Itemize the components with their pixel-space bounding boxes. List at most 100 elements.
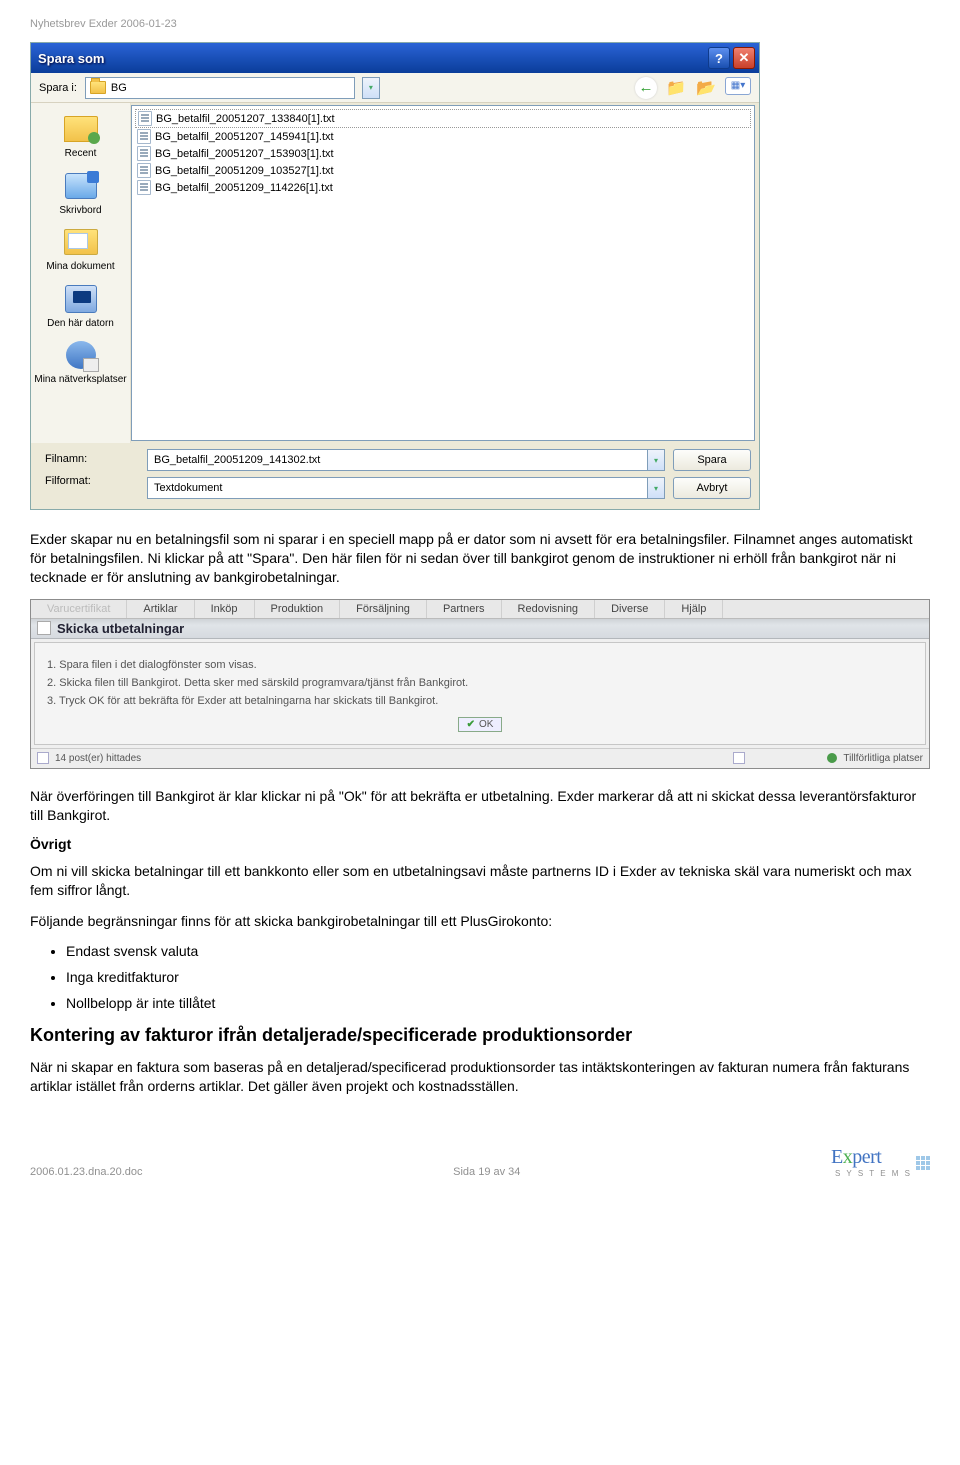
- sidebar-label-network: Mina nätverksplatser: [34, 374, 126, 386]
- text-file-icon: [138, 111, 152, 126]
- save-in-value: BG: [111, 82, 127, 94]
- home-icon[interactable]: [37, 621, 51, 635]
- logo-brand-rest: pert: [852, 1146, 881, 1168]
- sidebar-item-desktop[interactable]: Skrivbord: [31, 166, 130, 223]
- file-name: BG_betalfil_20051207_145941[1].txt: [155, 131, 334, 143]
- sidebar-label-desktop: Skrivbord: [59, 205, 101, 217]
- logo-dots-icon: [916, 1156, 930, 1170]
- section-heading: Kontering av fakturor ifrån detaljerade/…: [30, 1025, 930, 1046]
- menu-forsaljning[interactable]: Försäljning: [340, 600, 427, 618]
- page-header: Nyhetsbrev Exder 2006-01-23: [30, 18, 930, 30]
- tab-header: Skicka utbetalningar: [31, 619, 929, 639]
- dialog-toolbar: Spara i: BG ▾ ← 📁 📂 ▦▾: [31, 73, 759, 103]
- sidebar-item-computer[interactable]: Den här datorn: [31, 279, 130, 336]
- logo-x-icon: x: [843, 1146, 853, 1168]
- places-sidebar: Recent Skrivbord Mina dokument Den här d…: [31, 103, 131, 443]
- menu-bar: Varucertifikat Artiklar Inköp Produktion…: [31, 600, 929, 619]
- paragraph-3: Om ni vill skicka betalningar till ett b…: [30, 862, 930, 900]
- up-folder-icon[interactable]: 📁: [665, 77, 687, 99]
- views-icon[interactable]: ▦▾: [725, 77, 751, 95]
- my-documents-icon: [64, 229, 98, 255]
- step-3-text: 3. Tryck OK för att bekräfta för Exder a…: [47, 695, 913, 707]
- file-name: BG_betalfil_20051209_114226[1].txt: [155, 182, 333, 194]
- ovrigt-heading: Övrigt: [30, 836, 930, 852]
- list-item: Inga kreditfakturor: [66, 969, 930, 985]
- menu-produktion[interactable]: Produktion: [255, 600, 341, 618]
- bullet-list: Endast svensk valuta Inga kreditfakturor…: [30, 943, 930, 1011]
- sidebar-label-documents: Mina dokument: [46, 261, 114, 273]
- save-in-label: Spara i:: [39, 82, 77, 94]
- status-bar: 14 post(er) hittades Tillförlitliga plat…: [31, 748, 929, 768]
- help-icon[interactable]: ?: [708, 47, 730, 69]
- content-panel: 1. Spara filen i det dialogfönster som v…: [34, 642, 926, 745]
- filename-input[interactable]: BG_betalfil_20051209_141302.txt: [147, 449, 648, 471]
- logo-brand-prefix: E: [831, 1146, 843, 1168]
- footer-center: Sida 19 av 34: [453, 1166, 520, 1178]
- paragraph-2: När överföringen till Bankgirot är klar …: [30, 787, 930, 825]
- ok-button[interactable]: ✔OK: [458, 717, 503, 732]
- sidebar-label-computer: Den här datorn: [47, 318, 114, 330]
- save-as-dialog: Spara som ? ✕ Spara i: BG ▾ ← 📁 📂 ▦▾: [30, 42, 760, 510]
- file-row[interactable]: BG_betalfil_20051207_133840[1].txt: [135, 109, 751, 128]
- fileformat-input[interactable]: Textdokument: [147, 477, 648, 499]
- my-computer-icon: [65, 285, 97, 313]
- paragraph-4: Följande begränsningar finns för att ski…: [30, 912, 930, 931]
- folder-icon: [90, 81, 106, 94]
- paragraph-5: När ni skapar en faktura som baseras på …: [30, 1058, 930, 1096]
- cancel-button[interactable]: Avbryt: [673, 477, 751, 499]
- tab-title: Skicka utbetalningar: [57, 621, 184, 636]
- menu-inkop[interactable]: Inköp: [195, 600, 255, 618]
- desktop-icon: [65, 173, 97, 199]
- logo-subtitle: S Y S T E M S: [835, 1169, 912, 1178]
- dialog-titlebar: Spara som ? ✕: [31, 43, 759, 73]
- back-icon[interactable]: ←: [635, 77, 657, 99]
- filename-label: Filnamn:: [45, 453, 139, 465]
- file-row[interactable]: BG_betalfil_20051209_103527[1].txt: [135, 162, 751, 179]
- file-list[interactable]: BG_betalfil_20051207_133840[1].txt BG_be…: [131, 105, 755, 441]
- status-right-text: Tillförlitliga platser: [843, 753, 923, 764]
- sidebar-item-documents[interactable]: Mina dokument: [31, 222, 130, 279]
- paragraph-1: Exder skapar nu en betalningsfil som ni …: [30, 530, 930, 587]
- window-icon: [733, 752, 745, 764]
- text-file-icon: [137, 163, 151, 178]
- status-left-text: 14 post(er) hittades: [55, 753, 141, 764]
- save-in-dropdown[interactable]: BG: [85, 77, 355, 99]
- file-row[interactable]: BG_betalfil_20051207_145941[1].txt: [135, 128, 751, 145]
- shield-icon: [827, 753, 837, 763]
- sidebar-item-network[interactable]: Mina nätverksplatser: [31, 335, 130, 392]
- text-file-icon: [137, 180, 151, 195]
- footer-left: 2006.01.23.dna.20.doc: [30, 1166, 143, 1178]
- fileformat-dropdown-icon[interactable]: ▾: [647, 477, 665, 499]
- page-footer: 2006.01.23.dna.20.doc Sida 19 av 34 Expe…: [30, 1136, 930, 1178]
- page-icon: [37, 752, 49, 764]
- dropdown-icon[interactable]: ▾: [362, 77, 380, 99]
- check-icon: ✔: [467, 719, 475, 730]
- recent-folder-icon: [64, 116, 98, 142]
- new-folder-icon[interactable]: 📂: [695, 77, 717, 99]
- step-2-text: 2. Skicka filen till Bankgirot. Detta sk…: [47, 677, 913, 689]
- list-item: Endast svensk valuta: [66, 943, 930, 959]
- sidebar-item-recent[interactable]: Recent: [31, 109, 130, 166]
- network-places-icon: [66, 341, 96, 369]
- exder-window: Varucertifikat Artiklar Inköp Produktion…: [30, 599, 930, 769]
- expert-logo: Expert S Y S T E M S: [831, 1146, 930, 1178]
- menu-diverse[interactable]: Diverse: [595, 600, 665, 618]
- file-name: BG_betalfil_20051209_103527[1].txt: [155, 165, 334, 177]
- step-1-text: 1. Spara filen i det dialogfönster som v…: [47, 659, 913, 671]
- save-button[interactable]: Spara: [673, 449, 751, 471]
- dialog-title: Spara som: [38, 51, 104, 66]
- menu-hjalp[interactable]: Hjälp: [665, 600, 723, 618]
- file-row[interactable]: BG_betalfil_20051209_114226[1].txt: [135, 179, 751, 196]
- fileformat-label: Filformat:: [45, 475, 139, 487]
- menu-partners[interactable]: Partners: [427, 600, 502, 618]
- list-item: Nollbelopp är inte tillåtet: [66, 995, 930, 1011]
- sidebar-label-recent: Recent: [65, 148, 97, 160]
- file-name: BG_betalfil_20051207_153903[1].txt: [155, 148, 334, 160]
- close-icon[interactable]: ✕: [733, 47, 755, 69]
- filename-dropdown-icon[interactable]: ▾: [647, 449, 665, 471]
- file-name: BG_betalfil_20051207_133840[1].txt: [156, 113, 335, 125]
- menu-varucertifikat[interactable]: Varucertifikat: [31, 600, 127, 618]
- menu-artiklar[interactable]: Artiklar: [127, 600, 194, 618]
- file-row[interactable]: BG_betalfil_20051207_153903[1].txt: [135, 145, 751, 162]
- menu-redovisning[interactable]: Redovisning: [502, 600, 596, 618]
